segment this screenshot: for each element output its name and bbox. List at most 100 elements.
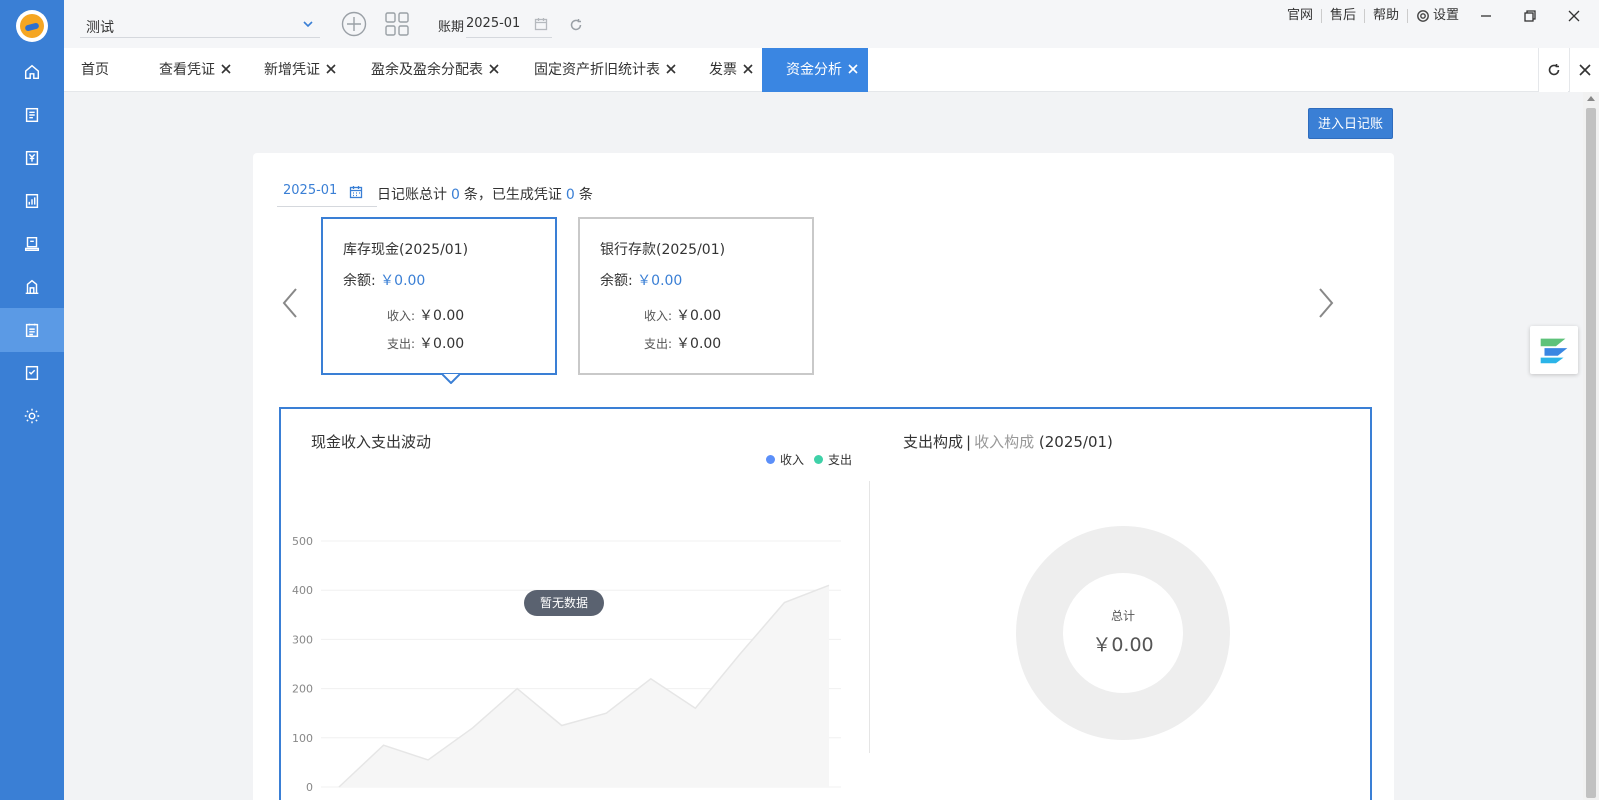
legend-dot: [814, 455, 824, 464]
y-tick-label: 200: [292, 683, 313, 696]
link-aftersales[interactable]: 售后: [1322, 9, 1365, 23]
y-tick-label: 300: [292, 633, 313, 646]
expense-label: 支出:: [387, 337, 416, 351]
period-label: 账期: [438, 20, 465, 35]
donut-total-value: ￥0.00: [1092, 634, 1154, 656]
chart-divider: [869, 481, 870, 753]
tab-fund-analysis[interactable]: 资金分析: [762, 48, 868, 92]
company-select[interactable]: 测试: [80, 12, 320, 38]
y-tick-label: 100: [292, 732, 313, 745]
app-logo[interactable]: [16, 10, 48, 42]
scroll-up-icon[interactable]: [1587, 96, 1595, 101]
legend-dot: [766, 455, 775, 464]
report-icon[interactable]: [0, 179, 64, 223]
tab-label: 固定资产折旧统计表: [534, 62, 660, 78]
legend-label: 收入: [780, 453, 805, 467]
close-icon[interactable]: [743, 48, 753, 74]
tab-invoice[interactable]: 发票: [709, 48, 753, 92]
gear-icon: [1416, 9, 1430, 23]
legend-item-income[interactable]: 收入: [766, 451, 804, 468]
top-bar: 测试 账期 2025-01 官网 售后 帮助 设置: [64, 0, 1599, 48]
link-official-site[interactable]: 官网: [1279, 9, 1322, 23]
line-chart-legend: 收入 支出: [766, 451, 862, 468]
account-card-bank[interactable]: 银行存款(2025/01) 余额: ￥0.00 收入: ￥0.00 支出: ￥0.0…: [578, 217, 814, 375]
company-name: 测试: [86, 20, 114, 36]
assistant-logo-icon: [1540, 338, 1568, 364]
assistant-float-button[interactable]: [1530, 326, 1578, 374]
tab-label: 新增凭证: [264, 62, 320, 78]
date-filter-input[interactable]: 2025-01: [277, 177, 377, 207]
top-links: 官网 售后 帮助 设置: [1279, 9, 1467, 23]
account-expense: 支出: ￥0.00: [387, 333, 464, 353]
grid-apps-icon[interactable]: [384, 11, 410, 37]
account-card-cash[interactable]: 库存现金(2025/01) 余额: ￥0.00 收入: ￥0.00 支出: ￥0.0…: [321, 217, 557, 385]
expense-value: ￥0.00: [419, 336, 465, 352]
refresh-period-icon[interactable]: [569, 18, 583, 32]
account-name: 库存现金(2025/01): [343, 242, 469, 258]
balance-label: 余额:: [600, 273, 633, 289]
tab-surplus-report[interactable]: 盈余及盈余分配表: [371, 48, 499, 92]
summary-generated: 0: [565, 187, 575, 203]
calendar-icon: [534, 17, 548, 31]
tab-home[interactable]: 首页: [81, 48, 109, 92]
add-circle-icon[interactable]: [341, 11, 367, 37]
account-income: 收入: ￥0.00: [387, 305, 464, 325]
chevron-down-icon: [302, 18, 314, 30]
enter-journal-button[interactable]: 进入日记账: [1308, 108, 1393, 139]
tab-depreciation-report[interactable]: 固定资产折旧统计表: [534, 48, 676, 92]
close-icon[interactable]: [221, 48, 231, 74]
legend-item-expense[interactable]: 支出: [814, 451, 852, 468]
account-name: 银行存款(2025/01): [600, 242, 726, 258]
y-tick-label: 400: [292, 584, 313, 597]
tab-label: 发票: [709, 62, 737, 78]
chevron-right-icon[interactable]: [1314, 283, 1338, 323]
refresh-tab-icon[interactable]: [1538, 48, 1568, 92]
link-settings[interactable]: 设置: [1408, 9, 1467, 23]
date-filter-value: 2025-01: [283, 183, 338, 198]
charts-container: 现金收入支出波动 收入 支出 0 100 200 300 400 500 暂无数据 支出构…: [279, 407, 1372, 800]
logo-mark-icon: [20, 14, 44, 38]
tab-label: 首页: [81, 62, 109, 78]
expense-label: 支出:: [644, 337, 673, 351]
tab-label: 盈余及盈余分配表: [371, 62, 483, 78]
tab-expense-composition[interactable]: 支出构成: [903, 433, 963, 451]
fund-analysis-icon[interactable]: [0, 308, 64, 352]
voucher-icon[interactable]: [0, 93, 64, 137]
close-icon[interactable]: [489, 48, 499, 74]
card-selected-caret: [441, 373, 461, 385]
tab-bar: 首页 查看凭证 新增凭证 盈余及盈余分配表 固定资产折旧统计表 发票 资金分析: [64, 48, 1599, 92]
minimize-icon[interactable]: [1476, 6, 1496, 26]
tab-view-voucher[interactable]: 查看凭证: [159, 48, 231, 92]
close-icon[interactable]: [326, 48, 336, 74]
finance-icon[interactable]: [0, 136, 64, 180]
y-tick-label: 0: [306, 781, 313, 794]
balance-value: ￥0.00: [637, 273, 683, 289]
tab-label: 资金分析: [786, 62, 842, 78]
journal-summary: 日记账总计 0 条，已生成凭证 0 条: [377, 184, 593, 204]
tab-new-voucher[interactable]: 新增凭证: [264, 48, 336, 92]
close-icon[interactable]: [848, 48, 858, 74]
close-all-tabs-icon[interactable]: [1569, 48, 1599, 92]
ledger-icon[interactable]: [0, 222, 64, 266]
vertical-scrollbar[interactable]: [1583, 92, 1599, 800]
chevron-left-icon[interactable]: [278, 283, 302, 323]
account-balance: 余额: ￥0.00: [343, 270, 425, 290]
home-icon[interactable]: [0, 50, 64, 94]
restore-icon[interactable]: [1520, 6, 1540, 26]
close-icon[interactable]: [666, 48, 676, 74]
summary-total: 0: [451, 187, 460, 203]
link-help[interactable]: 帮助: [1365, 9, 1408, 23]
invoice-icon[interactable]: [0, 351, 64, 395]
no-data-badge: 暂无数据: [524, 590, 604, 616]
period-input[interactable]: 2025-01: [466, 12, 552, 38]
scroll-thumb[interactable]: [1586, 108, 1596, 798]
title-separator: |: [966, 433, 972, 451]
settings-icon[interactable]: [0, 394, 64, 438]
asset-icon[interactable]: [0, 265, 64, 309]
summary-mid: 条，已生成凭证: [463, 187, 562, 203]
summary-suffix: 条: [578, 187, 593, 203]
account-income: 收入: ￥0.00: [644, 305, 721, 325]
close-window-icon[interactable]: [1564, 6, 1584, 26]
tab-income-composition[interactable]: 收入构成: [974, 433, 1034, 451]
legend-label: 支出: [828, 453, 853, 467]
